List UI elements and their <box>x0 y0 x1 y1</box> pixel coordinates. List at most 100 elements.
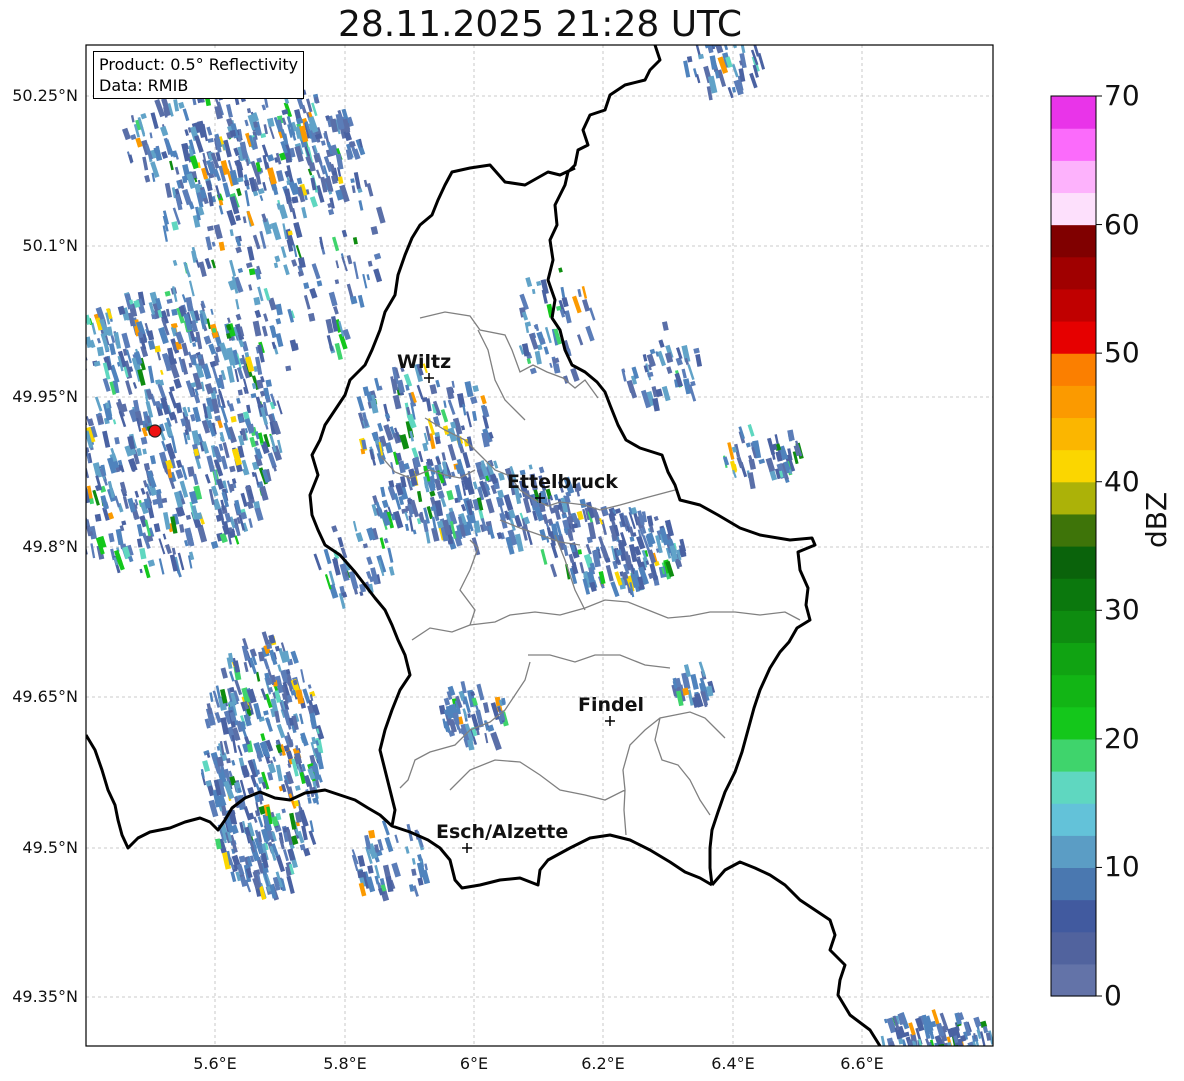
echo-cell <box>45 504 52 512</box>
colorbar-segment <box>1051 546 1096 579</box>
echo-cell <box>699 37 705 43</box>
echo-cell <box>41 476 49 494</box>
echo-cell <box>51 460 58 469</box>
colorbar-segment <box>1051 256 1096 290</box>
echo-cell <box>35 421 40 428</box>
echo-cell <box>22 419 30 433</box>
colorbar-segment <box>1051 738 1096 772</box>
lon-tick-label: 6.6°E <box>840 1054 884 1073</box>
echo-cell <box>57 481 64 492</box>
colorbar-segment <box>1051 642 1096 676</box>
city-label: Findel <box>578 694 644 716</box>
echo-cell <box>75 321 80 335</box>
echo-cell <box>52 452 57 464</box>
echo-cell <box>48 354 52 361</box>
echo-cell <box>62 500 66 507</box>
colorbar-segment <box>1051 803 1096 836</box>
echo-cell <box>77 524 84 529</box>
echo-cell <box>69 514 74 525</box>
echo-cell <box>65 414 71 422</box>
colorbar-segment <box>1051 481 1096 515</box>
echo-cell <box>24 409 32 419</box>
echo-cell <box>65 458 72 470</box>
colorbar-segment <box>1051 449 1096 483</box>
echo-cell <box>31 480 37 488</box>
echo-cell <box>76 332 84 345</box>
city-label: Wiltz <box>397 351 451 373</box>
data-source-label: Data: RMIB <box>99 76 189 95</box>
echo-cell <box>24 439 32 451</box>
echo-cell <box>226 757 231 764</box>
echo-cell <box>68 429 73 436</box>
colorbar-segment <box>1051 899 1096 933</box>
echo-cell <box>60 457 65 469</box>
lon-tick-label: 5.8°E <box>323 1054 367 1073</box>
lat-tick-label: 49.35°N <box>12 987 78 1006</box>
echo-cell <box>47 366 56 381</box>
echo-cell <box>74 325 80 330</box>
echo-cell <box>38 376 45 382</box>
echo-cell <box>61 419 69 431</box>
echo-cell <box>43 431 47 437</box>
echo-cell <box>29 471 35 481</box>
echo-cell <box>46 451 51 459</box>
colorbar-segment <box>1051 96 1096 129</box>
echo-cell <box>45 471 51 486</box>
colorbar-segment <box>1051 321 1096 354</box>
lon-tick-label: 6.2°E <box>581 1054 625 1073</box>
echo-cell <box>540 338 546 344</box>
echo-cell <box>60 514 69 530</box>
colorbar-tick-label: 30 <box>1104 593 1140 626</box>
echo-cell <box>62 330 72 348</box>
echo-cell <box>22 425 29 440</box>
echo-cell <box>64 427 75 445</box>
product-label: Product: 0.5° Reflectivity <box>99 55 299 74</box>
echo-cell <box>74 448 82 462</box>
echo-cell <box>65 353 69 359</box>
echo-cell <box>285 365 292 372</box>
echo-cell <box>35 451 41 461</box>
colorbar-tick-label: 70 <box>1104 79 1140 112</box>
echo-cell <box>965 1044 973 1046</box>
radar-map: Wiltz Ettelbruck Findel Esch/Alzette <box>22 32 1102 1053</box>
echo-cell <box>69 523 75 537</box>
echo-cell <box>71 463 76 468</box>
lat-tick-label: 50.25°N <box>12 86 78 105</box>
echo-cell <box>266 643 273 650</box>
colorbar-segment <box>1051 385 1096 419</box>
echo-cell <box>350 178 355 184</box>
echo-cell <box>73 481 78 492</box>
echo-cell <box>40 496 45 501</box>
colorbar-segment <box>1051 417 1096 451</box>
colorbar-tick-label: 20 <box>1104 722 1140 755</box>
echo-cell <box>46 449 53 464</box>
echo-cell <box>63 461 68 469</box>
echo-cell <box>73 355 78 361</box>
colorbar-tick-label: 50 <box>1104 336 1140 369</box>
echo-cell <box>35 458 44 472</box>
echo-cell <box>33 464 40 471</box>
colorbar-segment <box>1051 578 1096 611</box>
echo-cell <box>728 32 734 38</box>
colorbar <box>1051 95 1102 997</box>
echo-cell <box>69 443 77 461</box>
city-label: Ettelbruck <box>507 471 618 493</box>
colorbar-segment <box>1051 931 1096 965</box>
map-background <box>86 45 993 1046</box>
echo-cell <box>291 196 299 204</box>
echo-cell <box>72 488 79 496</box>
echo-cell <box>70 347 80 364</box>
lon-tick-label: 5.6°E <box>193 1054 237 1073</box>
colorbar-segment <box>1051 835 1096 869</box>
echo-cell <box>899 1046 903 1053</box>
colorbar-segment <box>1051 192 1096 226</box>
colorbar-segment <box>1051 288 1096 322</box>
colorbar-segment <box>1051 674 1096 708</box>
echo-cell <box>43 449 50 460</box>
echo-cell <box>46 444 53 461</box>
echo-cell <box>36 421 42 430</box>
echo-cell <box>30 419 35 434</box>
lat-tick-label: 49.95°N <box>12 387 78 406</box>
echo-cell <box>63 338 68 343</box>
product-info-box: Product: 0.5° Reflectivity Data: RMIB <box>93 51 305 99</box>
